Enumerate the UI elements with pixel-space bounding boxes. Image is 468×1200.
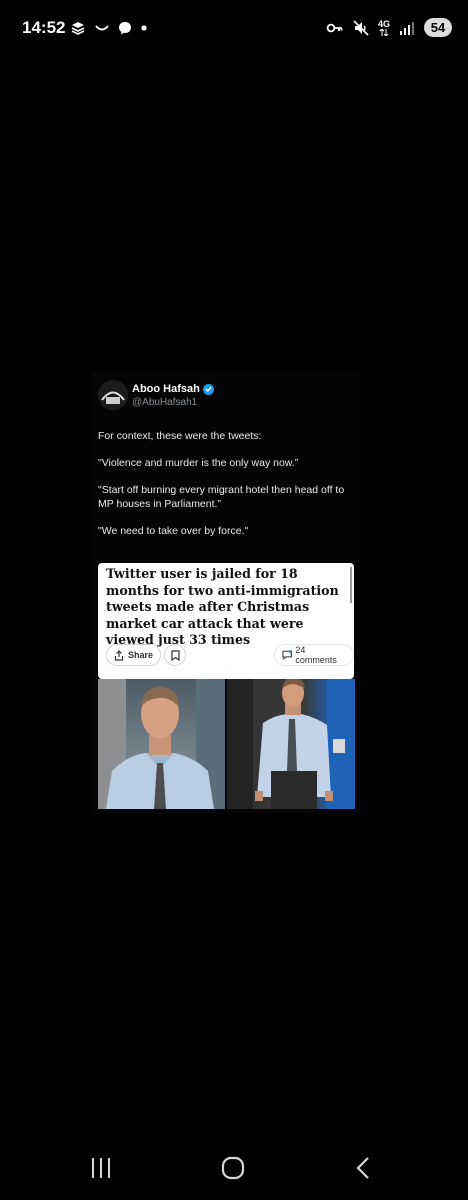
shared-post-image[interactable]: Aboo Hafsah @AbuHafsah1 For context, the… [92, 372, 360, 814]
tweet-paragraph: For context, these were the tweets: [98, 430, 262, 442]
author-avatar[interactable] [98, 380, 128, 410]
notification-icons [70, 20, 148, 36]
article-photo-left [98, 679, 225, 809]
avatar-graphic [98, 380, 128, 410]
author-name-row[interactable]: Aboo Hafsah [132, 383, 214, 395]
share-icon [114, 649, 124, 661]
tweet-paragraph: "We need to take over by force." [98, 525, 249, 537]
man-walking-photo [227, 679, 355, 809]
smile-icon [95, 25, 109, 31]
status-bar: 14:52 4G 54 [0, 0, 468, 58]
mute-icon [353, 19, 369, 36]
navigation-bar [0, 1140, 468, 1200]
chat-bubble-icon [119, 22, 131, 35]
comment-icon [282, 650, 293, 660]
article-headline: Twitter user is jailed for 18 months for… [106, 566, 339, 647]
news-article-card[interactable]: Twitter user is jailed for 18 months for… [98, 563, 354, 679]
comments-button[interactable]: 24 comments [274, 644, 354, 666]
vpn-key-icon [326, 23, 343, 32]
article-photo-right [227, 679, 355, 809]
data-arrows-icon [379, 28, 389, 36]
author-handle: @AbuHafsah1 [132, 397, 198, 408]
man-portrait-photo [98, 679, 225, 809]
tweet-body: For context, these were the tweets: "Vio… [98, 429, 356, 551]
tweet-paragraph: "Start off burning every migrant hotel t… [98, 484, 345, 510]
share-button[interactable]: Share [106, 644, 162, 666]
recent-apps-icon[interactable] [89, 1157, 113, 1179]
home-icon[interactable] [221, 1156, 245, 1180]
card-scrollbar [350, 567, 352, 603]
layers-icon [71, 22, 85, 35]
share-label: Share [128, 650, 154, 660]
network-type-label: 4G [377, 18, 390, 29]
signal-icon [400, 21, 414, 35]
verified-badge-icon [202, 383, 214, 395]
bookmark-button[interactable] [164, 644, 186, 666]
status-time: 14:52 [22, 18, 66, 37]
network-indicator: 4G [377, 18, 390, 36]
system-icons: 4G 54 [326, 18, 452, 37]
battery-indicator: 54 [424, 18, 452, 37]
comments-label: 24 comments [295, 645, 337, 665]
dot-icon [141, 25, 147, 31]
tweet-paragraph: "Violence and murder is the only way now… [98, 457, 299, 469]
back-icon[interactable] [355, 1156, 371, 1180]
author-name: Aboo Hafsah [132, 383, 200, 395]
bookmark-icon [170, 649, 180, 661]
